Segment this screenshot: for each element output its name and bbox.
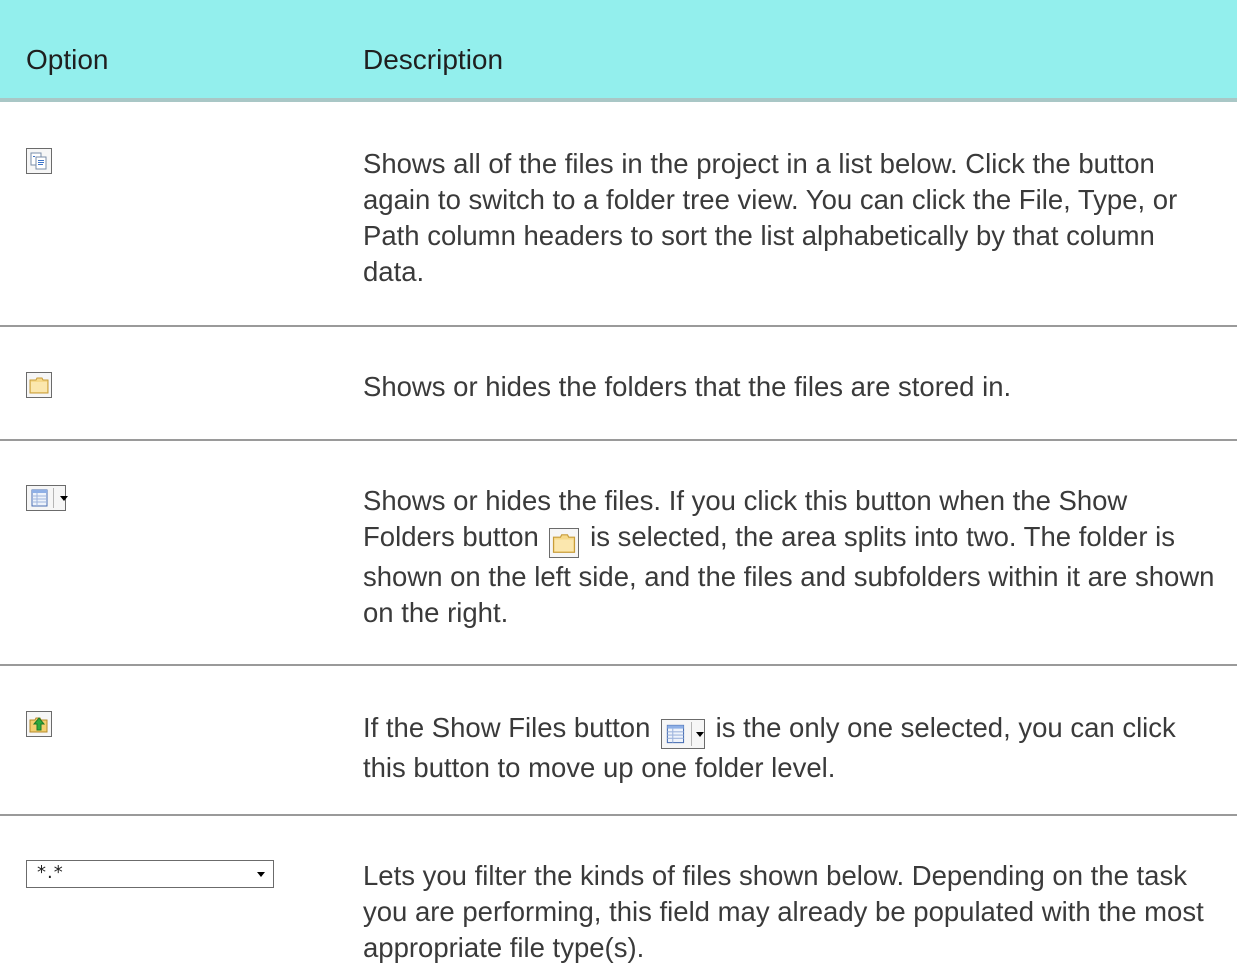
chevron-down-icon[interactable]: [257, 872, 265, 877]
option-cell: [26, 148, 52, 174]
description-column-header: Description: [363, 44, 504, 75]
option-cell: [26, 711, 52, 737]
show-folders-inline-icon: [549, 523, 580, 559]
table-row: Shows all of the files in the project in…: [0, 102, 1237, 327]
filter-value: *.*: [37, 862, 64, 883]
description-text: If the Show Files button: [363, 712, 651, 743]
option-cell: [26, 372, 52, 398]
option-description: Shows or hides the folders that the file…: [363, 371, 1012, 402]
option-column-header: Option: [26, 44, 109, 75]
table-header: Option Description: [0, 0, 1237, 102]
show-files-inline-icon: [661, 714, 706, 750]
table-row: *.* Lets you filter the kinds of files s…: [0, 816, 1237, 968]
up-one-level-icon[interactable]: [26, 711, 52, 737]
show-files-icon[interactable]: [26, 485, 68, 511]
table-row: If the Show Files button is the only one…: [0, 666, 1237, 816]
file-filter-dropdown[interactable]: *.*: [26, 860, 274, 888]
show-all-files-icon[interactable]: [26, 148, 52, 174]
option-cell: [26, 485, 68, 511]
option-description: Shows all of the files in the project in…: [363, 148, 1178, 287]
option-description: If the Show Files button is the only one…: [363, 710, 1223, 786]
option-description: Shows or hides the files. If you click t…: [363, 483, 1223, 631]
table-row: Shows or hides the folders that the file…: [0, 327, 1237, 441]
chevron-down-icon[interactable]: [60, 496, 68, 501]
option-description: Lets you filter the kinds of files shown…: [363, 860, 1204, 963]
table-row: Shows or hides the files. If you click t…: [0, 441, 1237, 666]
show-folders-icon[interactable]: [26, 372, 52, 398]
